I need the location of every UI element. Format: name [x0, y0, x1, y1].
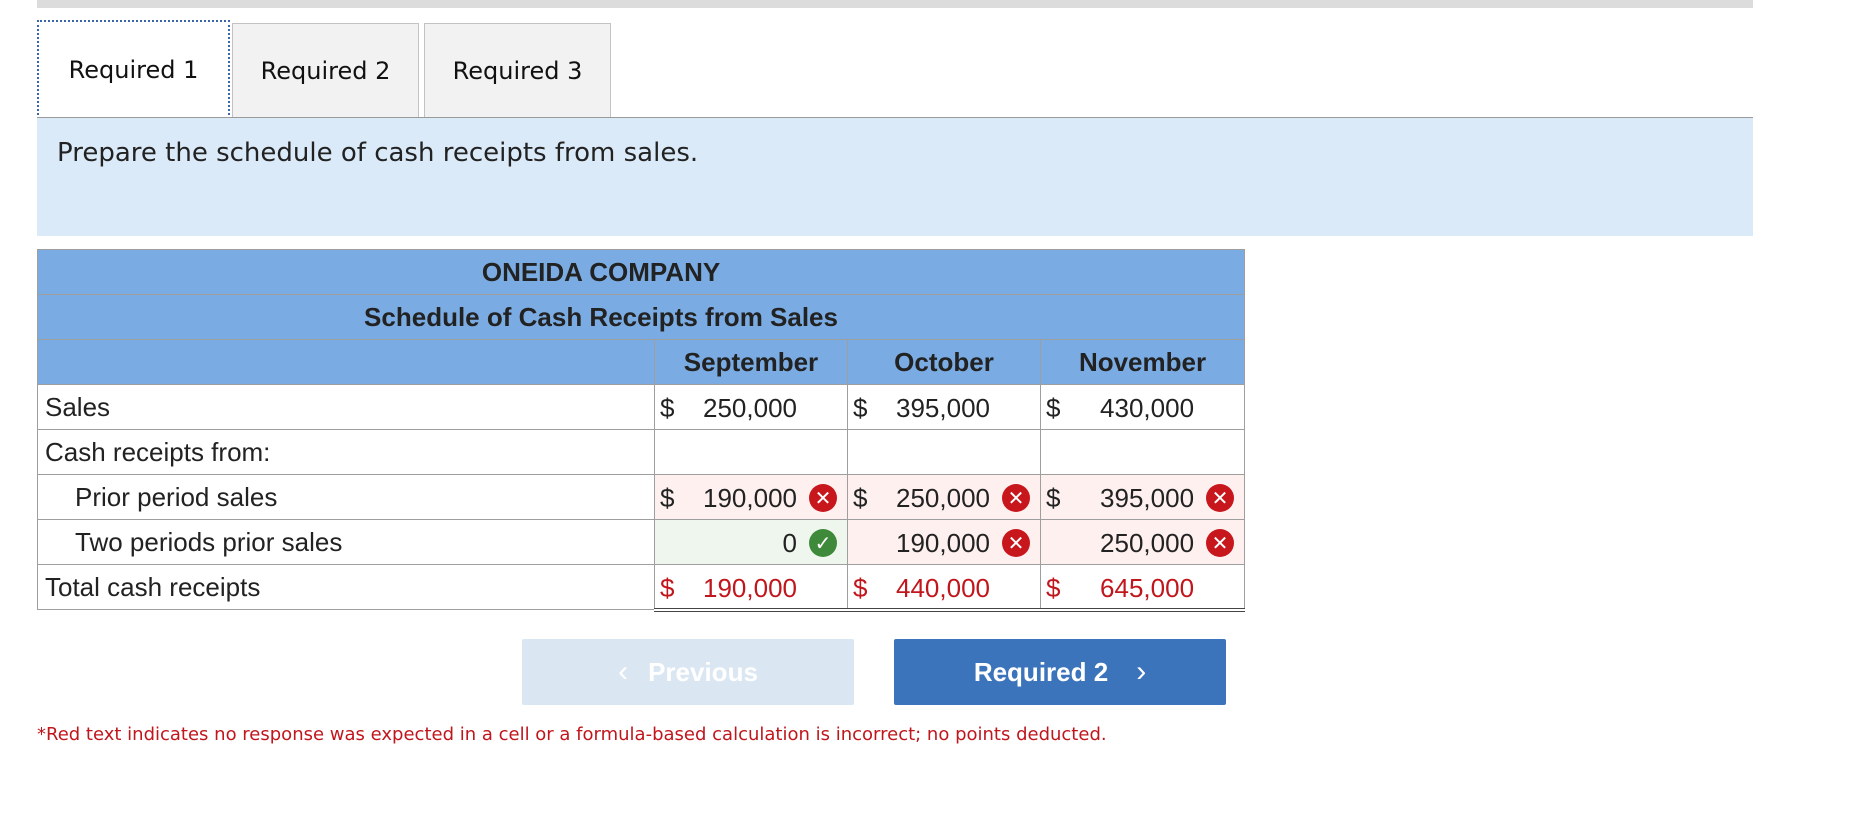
- tab-required-3[interactable]: Required 3: [424, 23, 611, 117]
- column-header-october: October: [847, 339, 1041, 385]
- row-label-prior-period-sales: Prior period sales: [37, 474, 655, 520]
- tab-required-2[interactable]: Required 2: [232, 23, 419, 117]
- required-2-button[interactable]: Required 2 ›: [894, 639, 1226, 705]
- sales-november-cell: $ 430,000: [1039, 384, 1246, 430]
- total-september-cell: $ 190,000: [654, 564, 848, 612]
- blank-header: [37, 339, 655, 385]
- cell-value: 250,000: [703, 393, 797, 423]
- sales-row: Sales $ 250,000 $ 395,000 $ 430,000: [37, 384, 1246, 430]
- cell-value: 190,000: [896, 528, 990, 558]
- schedule-title-row: Schedule of Cash Receipts from Sales: [36, 294, 1246, 340]
- correct-check-icon: ✓: [809, 529, 837, 557]
- next-label: Required 2: [973, 656, 1109, 687]
- previous-button[interactable]: ‹ Previous: [522, 639, 854, 705]
- row-label-total-cash-receipts: Total cash receipts: [37, 564, 655, 610]
- previous-label: Previous: [648, 656, 758, 687]
- incorrect-icon: ✕: [809, 484, 837, 512]
- top-bar: [37, 0, 1753, 8]
- dollar-sign: $: [1046, 393, 1061, 423]
- two-periods-november-input[interactable]: 250,000 ✕: [1039, 519, 1246, 565]
- empty-cell: [847, 429, 1041, 475]
- row-label-sales: Sales: [37, 384, 655, 430]
- prior-period-october-input[interactable]: $ 250,000 ✕: [847, 474, 1041, 520]
- two-periods-prior-row: Two periods prior sales 0 ✓ 190,000 ✕ 25…: [37, 519, 1246, 565]
- chevron-right-icon: ›: [1136, 655, 1147, 688]
- dollar-sign: $: [853, 393, 868, 423]
- cell-value: 250,000: [1100, 528, 1195, 558]
- row-label-two-periods-prior: Two periods prior sales: [37, 519, 655, 565]
- total-october-cell: $ 440,000: [847, 564, 1041, 612]
- cell-value: 190,000: [703, 573, 797, 603]
- cash-receipts-schedule: ONEIDA COMPANY Schedule of Cash Receipts…: [36, 249, 1246, 612]
- column-header-november: November: [1039, 339, 1246, 385]
- dollar-sign: $: [1046, 483, 1061, 513]
- incorrect-icon: ✕: [1002, 484, 1030, 512]
- instruction-panel: Prepare the schedule of cash receipts fr…: [37, 118, 1753, 236]
- sales-september-cell: $ 250,000: [654, 384, 848, 430]
- dollar-sign: $: [1046, 573, 1061, 603]
- company-row: ONEIDA COMPANY: [36, 249, 1246, 295]
- empty-cell: [1039, 429, 1246, 475]
- total-cash-receipts-row: Total cash receipts $ 190,000 $ 440,000 …: [37, 564, 1246, 612]
- dollar-sign: $: [853, 483, 868, 513]
- cell-value: 440,000: [896, 573, 990, 603]
- cell-value: 395,000: [896, 393, 990, 423]
- dollar-sign: $: [660, 393, 675, 423]
- two-periods-september-input[interactable]: 0 ✓: [654, 519, 848, 565]
- dollar-sign: $: [853, 573, 868, 603]
- incorrect-icon: ✕: [1206, 529, 1235, 557]
- incorrect-icon: ✕: [1002, 529, 1030, 557]
- two-periods-october-input[interactable]: 190,000 ✕: [847, 519, 1041, 565]
- empty-cell: [654, 429, 848, 475]
- total-november-cell: $ 645,000: [1039, 564, 1246, 612]
- chevron-left-icon: ‹: [618, 655, 629, 688]
- instruction-text: Prepare the schedule of cash receipts fr…: [57, 138, 699, 168]
- cell-value: 395,000: [1100, 483, 1195, 513]
- cell-value: 0: [782, 528, 797, 558]
- incorrect-icon: ✕: [1206, 484, 1235, 512]
- prior-period-september-input[interactable]: $ 190,000 ✕: [654, 474, 848, 520]
- tab-bar: Required 1 Required 2 Required 3: [37, 20, 1753, 119]
- sales-october-cell: $ 395,000: [847, 384, 1041, 430]
- cell-value: 645,000: [1100, 573, 1195, 603]
- prior-period-sales-row: Prior period sales $ 190,000 ✕ $ 250,000…: [37, 474, 1246, 520]
- footnote: *Red text indicates no response was expe…: [37, 724, 1107, 745]
- dollar-sign: $: [660, 573, 675, 603]
- dollar-sign: $: [660, 483, 675, 513]
- tab-required-1[interactable]: Required 1: [37, 20, 230, 119]
- cell-value: 190,000: [703, 483, 797, 513]
- row-label-cash-receipts-from: Cash receipts from:: [37, 429, 655, 475]
- cell-value: 250,000: [896, 483, 990, 513]
- company-name: ONEIDA COMPANY: [36, 249, 1246, 295]
- prior-period-november-input[interactable]: $ 395,000 ✕: [1039, 474, 1246, 520]
- cash-receipts-from-row: Cash receipts from:: [37, 429, 1246, 475]
- column-header-row: September October November: [37, 339, 1246, 385]
- schedule-title: Schedule of Cash Receipts from Sales: [36, 294, 1246, 340]
- column-header-september: September: [654, 339, 848, 385]
- cell-value: 430,000: [1100, 393, 1195, 423]
